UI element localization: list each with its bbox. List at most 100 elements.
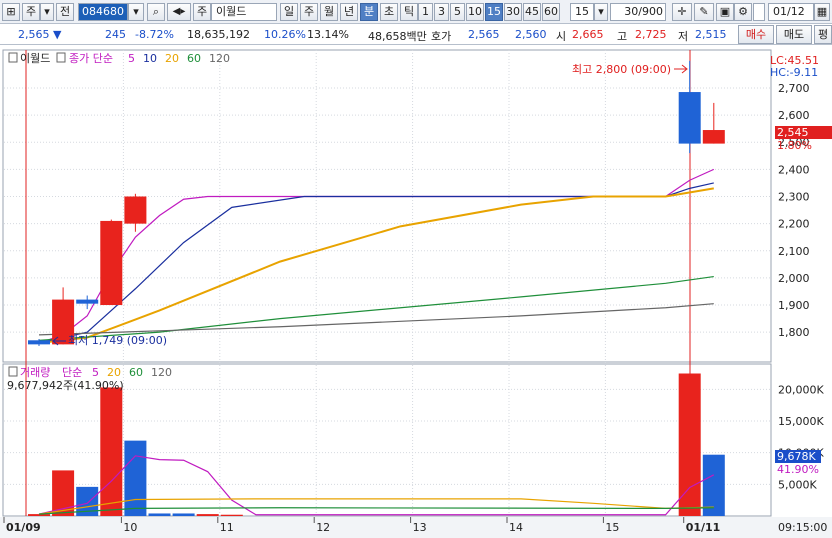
candle-body[interactable]	[100, 220, 123, 306]
low-label: 저	[678, 30, 689, 43]
period-button[interactable]: 분	[360, 3, 378, 21]
quote-bar: 2,565 ▼ 245 -8.72% 18,635,192 10.26% 13.…	[0, 24, 832, 45]
current-volume-tag-text: 9,678K	[777, 450, 816, 463]
current-price-tag-text: 2,545	[777, 126, 809, 139]
volume-ma-legend-item[interactable]: 60	[129, 366, 143, 379]
x-axis-label: 01/11	[686, 521, 721, 534]
change-rate: -8.72%	[135, 28, 174, 41]
prefix-label: 전	[59, 5, 71, 18]
volume-bar[interactable]	[220, 514, 243, 516]
draw-tool-icon[interactable]: ✎	[694, 3, 714, 21]
interval-select[interactable]: 15	[570, 3, 594, 21]
interval-dropdown-icon[interactable]: ▾	[594, 3, 608, 21]
calendar-icon[interactable]: ▦	[814, 3, 830, 21]
volume-readout: 9,677,942주(41.90%)	[7, 379, 124, 392]
save-icon[interactable]: ▣	[716, 3, 734, 21]
volume-bar[interactable]	[100, 387, 123, 516]
interval-button[interactable]: 5	[450, 3, 465, 21]
buy-button[interactable]: 매수	[738, 25, 774, 44]
screen-menu-icon[interactable]: ⊞	[2, 3, 20, 21]
price-ma-legend-item[interactable]: 120	[209, 52, 230, 65]
interval-button[interactable]: 1	[418, 3, 433, 21]
interval-button[interactable]: 60	[542, 3, 560, 21]
chart-area[interactable]: 1,8001,9002,0002,1002,2002,3002,4002,500…	[0, 45, 832, 538]
period-button[interactable]: 년	[340, 3, 358, 21]
volume-bar[interactable]	[172, 513, 195, 516]
market-select[interactable]: 주	[22, 3, 40, 21]
price-ma-legend-item[interactable]: 5	[128, 52, 135, 65]
volume-ma-legend-item[interactable]: 120	[151, 366, 172, 379]
volume-bar[interactable]	[196, 514, 219, 516]
price-ma-label: 종가 단순	[69, 52, 113, 65]
name-prefix-button[interactable]: 주	[193, 3, 211, 21]
interval-button[interactable]: 30	[504, 3, 522, 21]
stock-code-input[interactable]: 084680	[78, 3, 128, 21]
volume-panel-title: 거래량	[20, 366, 50, 379]
volume-ma-legend-item[interactable]: 5	[92, 366, 99, 379]
stock-name-field[interactable]: 이월드	[211, 3, 277, 21]
date-value: 01/12	[773, 5, 805, 18]
volume-bar[interactable]	[148, 513, 171, 516]
high-annotation: 최고 2,800 (09:00)	[572, 63, 671, 76]
count-value: 30	[624, 5, 639, 18]
stock-name-text: 이월드	[216, 5, 247, 18]
open-label: 시	[556, 30, 567, 43]
volume-tick-label: 5,000K	[778, 478, 817, 491]
market-dropdown-icon[interactable]: ▾	[40, 3, 54, 21]
period-button[interactable]: 일	[280, 3, 298, 21]
price-panel-title: 이월드	[20, 52, 50, 65]
period-button[interactable]: 월	[320, 3, 338, 21]
x-axis-label: 14	[509, 521, 523, 534]
x-axis-time: 09:15:00	[778, 521, 827, 534]
rate-2: 13.14%	[307, 28, 349, 41]
toolbar: ⊞ 주 ▾ 전 084680 ▾ ⌕ ◀▸ 주 이월드 일주월년분초틱 1351…	[0, 0, 832, 24]
trade-amount: 48,658백만	[368, 30, 427, 43]
sound-icon[interactable]: ◀▸	[167, 3, 191, 21]
candle-body[interactable]	[678, 92, 701, 144]
period-button[interactable]: 주	[300, 3, 318, 21]
trade-volume: 18,635,192	[187, 28, 250, 41]
volume-ma-label: 단순	[62, 366, 82, 379]
ask-price: 2,565	[468, 28, 500, 41]
price-tick-label: 2,300	[778, 191, 810, 204]
date-field[interactable]: 01/12	[768, 3, 814, 21]
candle-body[interactable]	[702, 130, 725, 144]
crosshair-icon[interactable]: ✛	[672, 3, 692, 21]
price-tick-label: 1,900	[778, 299, 810, 312]
bid-price: 2,560	[515, 28, 547, 41]
price-tick-label: 2,200	[778, 218, 810, 231]
x-axis-label: 13	[413, 521, 427, 534]
period-button[interactable]: 틱	[400, 3, 418, 21]
count-total: /900	[638, 5, 663, 18]
volume-bar[interactable]	[124, 440, 147, 516]
code-dropdown-icon[interactable]: ▾	[128, 3, 144, 21]
count-field[interactable]: 30/900	[610, 3, 666, 21]
interval-button[interactable]: 45	[523, 3, 541, 21]
interval-button[interactable]: 3	[434, 3, 449, 21]
sell-button[interactable]: 매도	[776, 25, 812, 44]
period-button[interactable]: 초	[380, 3, 398, 21]
x-axis-label: 01/09	[6, 521, 41, 534]
candle-body[interactable]	[124, 196, 147, 224]
price-ma-legend-item[interactable]: 60	[187, 52, 201, 65]
price-ma-legend-item[interactable]: 20	[165, 52, 179, 65]
date-checkbox[interactable]	[753, 3, 765, 21]
eval-button[interactable]: 평	[814, 25, 832, 44]
low-price: 2,515	[695, 28, 727, 41]
low-annotation: 최저 1,749 (09:00)	[68, 334, 167, 347]
candle-body[interactable]	[28, 340, 50, 345]
prefix-button[interactable]: 전	[56, 3, 74, 21]
price-ma-legend-item[interactable]: 10	[143, 52, 157, 65]
volume-ma-legend-item[interactable]: 20	[107, 366, 121, 379]
x-axis-label: 11	[220, 521, 234, 534]
chart-window: ⊞ 주 ▾ 전 084680 ▾ ⌕ ◀▸ 주 이월드 일주월년분초틱 1351…	[0, 0, 832, 538]
open-price: 2,665	[572, 28, 604, 41]
candle-body[interactable]	[76, 299, 99, 304]
gear-icon[interactable]: ⚙	[734, 3, 752, 21]
interval-button[interactable]: 15	[485, 3, 503, 21]
volume-bar[interactable]	[28, 514, 50, 516]
volume-tick-label: 15,000K	[778, 415, 824, 428]
interval-button[interactable]: 10	[466, 3, 484, 21]
search-icon[interactable]: ⌕	[147, 3, 165, 21]
volume-bar[interactable]	[678, 373, 701, 517]
